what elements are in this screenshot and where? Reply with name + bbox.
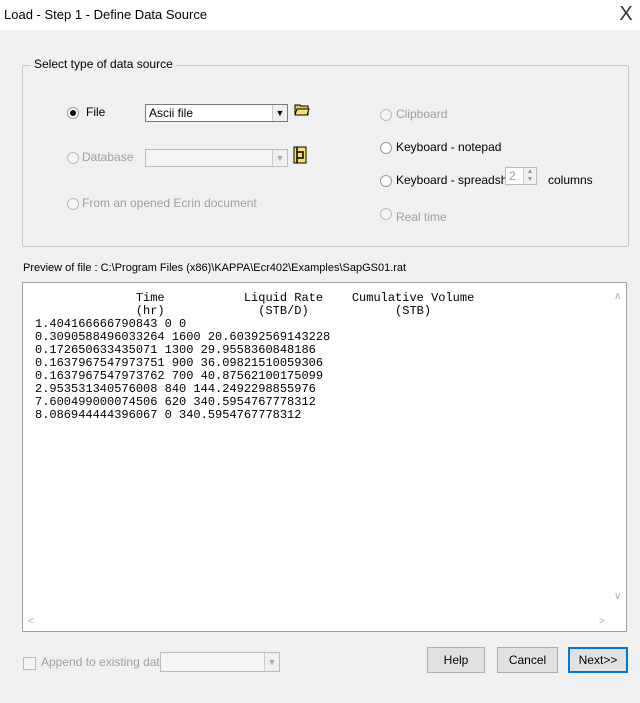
scroll-right-icon[interactable]: > [599, 616, 605, 627]
scroll-left-icon[interactable]: < [28, 616, 34, 627]
scroll-down-icon[interactable]: ∨ [614, 591, 621, 602]
chevron-down-icon[interactable]: ▼ [272, 105, 287, 121]
file-radio[interactable] [67, 107, 79, 119]
database-browse-icon[interactable] [293, 146, 307, 164]
preview-row: 7.600499000074506 620 340.5954767778312 [35, 395, 316, 409]
database-radio[interactable] [67, 152, 79, 164]
columns-value: 2 [509, 169, 516, 183]
database-label: Database [82, 150, 134, 164]
horizontal-scrollbar[interactable]: < > [23, 615, 610, 631]
preview-row: 8.086944444396067 0 340.5954767778312 [35, 408, 302, 422]
preview-header-units: (hr) (STB/D) (STB) [35, 304, 432, 318]
ecrin-document-radio[interactable] [67, 198, 79, 210]
preview-row: 0.1637967547973762 700 40.87562100175099 [35, 369, 324, 383]
close-icon[interactable]: X [614, 2, 638, 26]
open-folder-icon[interactable] [294, 103, 310, 116]
chevron-down-icon[interactable]: ▼ [272, 150, 287, 166]
vertical-scrollbar[interactable]: ∧ ∨ [610, 283, 626, 613]
preview-file-label: Preview of file : C:\Program Files (x86)… [23, 262, 407, 274]
columns-label: columns [548, 173, 593, 187]
clipboard-radio[interactable] [380, 109, 392, 121]
preview-row: 2.953531340576008 840 144.2492298855976 [35, 382, 316, 396]
preview-row: 1.404166666790843 0 0 [35, 317, 187, 331]
preview-header-names: Time Liquid Rate Cumulative Volume [35, 291, 475, 305]
columns-stepper[interactable]: 2 ▲ ▼ [505, 167, 537, 185]
real-time-label: Real time [396, 210, 447, 224]
file-type-value: Ascii file [149, 106, 194, 120]
file-type-select[interactable]: Ascii file ▼ [145, 104, 288, 122]
keyboard-notepad-radio[interactable] [380, 142, 392, 154]
stepper-arrows-icon[interactable]: ▲ ▼ [523, 168, 536, 184]
next-button[interactable]: Next>> [568, 647, 628, 673]
preview-row: 0.1637967547973751 900 36.09821510059306 [35, 356, 324, 370]
ecrin-document-label: From an opened Ecrin document [82, 196, 257, 210]
keyboard-notepad-label: Keyboard - notepad [396, 140, 502, 154]
append-target-select[interactable]: ▼ [160, 652, 280, 672]
file-label: File [86, 105, 106, 119]
window-title: Load - Step 1 - Define Data Source [4, 7, 208, 22]
chevron-down-icon[interactable]: ▼ [264, 653, 279, 671]
scroll-up-icon[interactable]: ∧ [614, 291, 621, 302]
group-legend: Select type of data source [31, 57, 176, 71]
database-select[interactable]: ▼ [145, 149, 288, 167]
preview-row: 0.172650633435071 1300 29.9558360848186 [35, 343, 316, 357]
help-button[interactable]: Help [427, 647, 485, 673]
real-time-radio[interactable] [380, 208, 392, 220]
clipboard-label: Clipboard [396, 107, 448, 121]
preview-row: 0.3090588496033264 1600 20.6039256914322… [35, 330, 331, 344]
cancel-button[interactable]: Cancel [497, 647, 558, 673]
file-preview-area[interactable]: Time Liquid Rate Cumulative Volume (hr) … [22, 282, 627, 632]
append-label: Append to existing data [41, 655, 167, 669]
preview-text: Time Liquid Rate Cumulative Volume (hr) … [35, 292, 474, 422]
append-checkbox[interactable] [23, 657, 36, 670]
keyboard-spreadsheet-radio[interactable] [380, 175, 392, 187]
